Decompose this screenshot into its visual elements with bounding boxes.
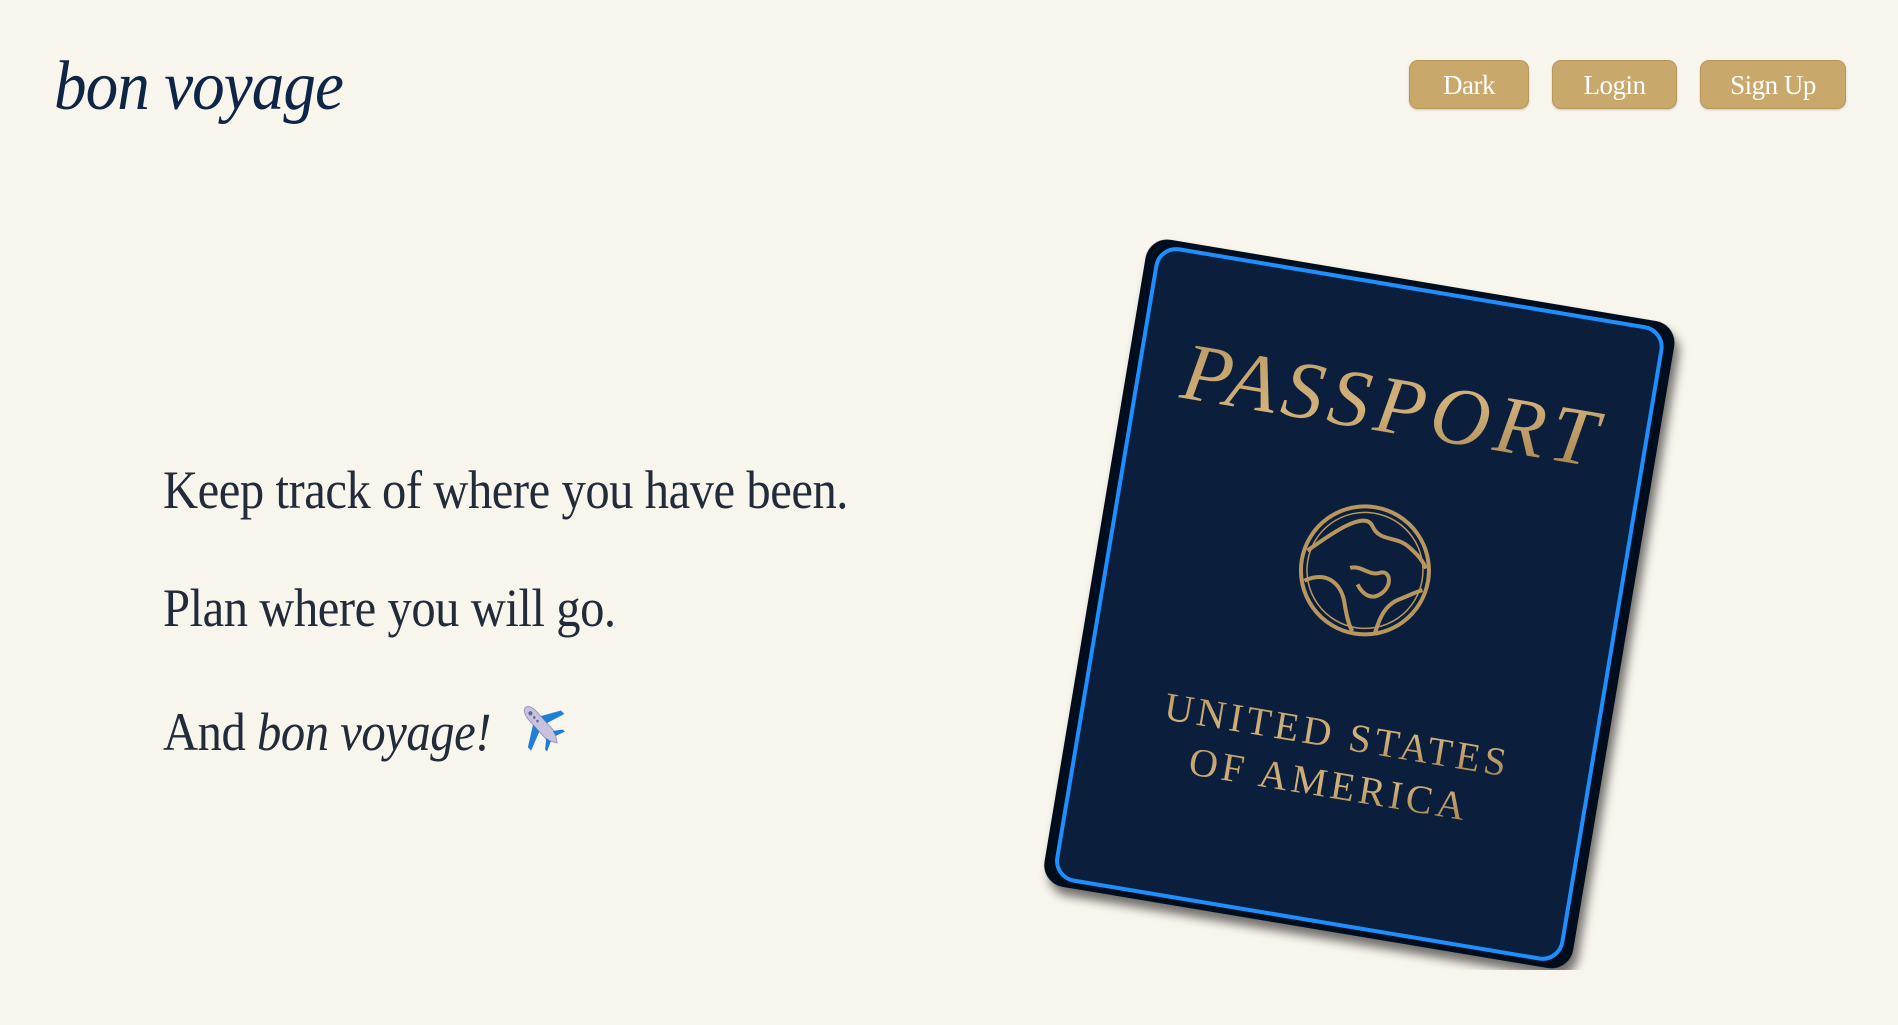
tagline-emphasis: bon voyage! <box>257 702 491 762</box>
dark-mode-button[interactable]: Dark <box>1409 60 1529 109</box>
passport-illustration: PASSPORT UNITED STATES OF AMERICA <box>1010 230 1710 970</box>
login-button[interactable]: Login <box>1552 60 1677 109</box>
tagline-line-3: And bon voyage! <box>163 696 569 770</box>
site-logo[interactable]: bon voyage <box>54 42 344 132</box>
sign-up-button[interactable]: Sign Up <box>1700 60 1846 109</box>
tagline-prefix: And <box>163 702 258 762</box>
airplane-icon <box>515 696 569 770</box>
tagline-line-2: Plan where you will go. <box>163 578 616 638</box>
tagline-line-1: Keep track of where you have been. <box>163 460 849 520</box>
